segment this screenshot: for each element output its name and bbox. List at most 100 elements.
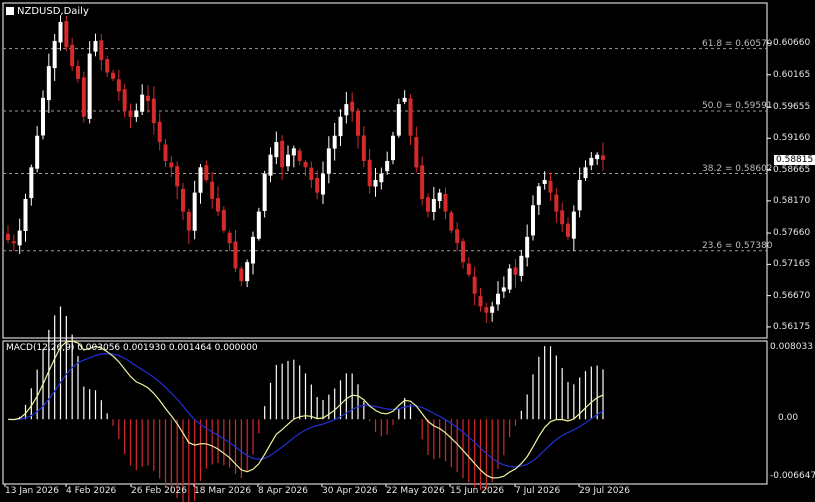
macd-zero-tick: 0.00 (778, 413, 799, 423)
candle-body (262, 173, 267, 211)
candle-body (466, 263, 471, 275)
candle-body (595, 154, 600, 160)
candle-body (338, 116, 343, 137)
candle-body (542, 179, 547, 184)
candle-body (52, 40, 57, 69)
macd-max-tick: 0.008033 (770, 342, 813, 352)
candle-body (577, 179, 582, 211)
candle-body (221, 209, 226, 231)
candle-body (548, 180, 553, 193)
candle-body (344, 104, 349, 116)
price-tick-label: 0.59160 (773, 133, 811, 144)
time-axis-label: 30 Apr 2026 (322, 486, 378, 496)
candle-body (326, 148, 331, 174)
candle-body (560, 210, 565, 225)
candle-body (111, 72, 115, 79)
candle-body (122, 89, 127, 111)
candle-body (513, 267, 518, 275)
candle-body (239, 268, 244, 282)
candle-body (385, 161, 390, 172)
candle-body (536, 186, 541, 205)
candle-body (589, 157, 594, 166)
candle-body (531, 205, 535, 236)
candle-body (571, 211, 576, 239)
candle-body (437, 192, 442, 202)
chart-window[interactable]: NZDUSD,Daily 0.60660 0.60165 0.59655 0.5916… (0, 0, 815, 502)
candle-body (251, 236, 255, 264)
candle-body (291, 148, 296, 156)
fib-level-label: 61.8 = 0.60579 (702, 38, 773, 49)
candle-body (181, 188, 185, 212)
candle-body (268, 154, 273, 176)
candle-body (46, 66, 51, 101)
candle-body (140, 94, 145, 112)
candle-body (519, 255, 524, 276)
candle-body (41, 97, 45, 136)
candle-body (105, 59, 110, 73)
fib-level-label: 23.6 = 0.57380 (702, 240, 773, 251)
candle-body (396, 104, 401, 136)
time-axis-label: 8 Apr 2026 (258, 486, 308, 496)
candle-body (163, 144, 168, 162)
time-axis-label: 18 Mar 2026 (194, 486, 252, 496)
price-tick-label: 0.56175 (773, 321, 811, 332)
price-tick-label: 0.60165 (773, 69, 811, 80)
candle-body (408, 98, 413, 136)
candle-body (35, 135, 40, 169)
current-price-tag: 0.58815 (774, 155, 815, 166)
fib-level-label: 50.0 = 0.59591 (702, 101, 773, 112)
candle-body (566, 223, 570, 237)
candle-body (478, 296, 483, 307)
macd-label: MACD(12,26,9) 0.003056 0.001930 0.001464… (6, 343, 258, 353)
candle-body (332, 135, 337, 149)
candle-body (116, 79, 121, 92)
time-axis-label: 15 Jun 2026 (450, 486, 505, 496)
price-tick-label: 0.59655 (773, 101, 811, 112)
candle-body (169, 162, 174, 168)
candle-body (274, 142, 279, 158)
candle-body (11, 241, 16, 244)
candle-body (309, 167, 314, 180)
price-tick-label: 0.58665 (773, 164, 811, 175)
candle-body (431, 198, 436, 213)
main-pane-border (2, 2, 768, 339)
time-axis-label: 13 Jan 2026 (5, 486, 59, 496)
price-tick-label: 0.60660 (773, 38, 811, 49)
candle-body (6, 233, 10, 241)
candle-body (583, 167, 588, 179)
candle-body (507, 268, 512, 290)
candle-body (175, 166, 180, 187)
candle-body (210, 181, 215, 199)
time-axis-label: 29 Jul 2026 (579, 486, 630, 496)
price-tick-label: 0.57165 (773, 259, 811, 270)
time-axis-label: 22 May 2026 (386, 486, 445, 496)
macd-pane-border (2, 340, 768, 485)
candle-body (297, 150, 302, 162)
candle-body (373, 179, 378, 187)
candle-body (192, 192, 197, 231)
candle-body (146, 95, 150, 101)
candle-body (367, 159, 372, 187)
candle-body (391, 135, 395, 161)
macd-min-tick: -0.006647 (770, 471, 815, 481)
candle-body (402, 97, 407, 102)
time-axis-label: 4 Feb 2026 (66, 486, 117, 496)
candle-body (256, 211, 261, 239)
candle-body (233, 241, 238, 269)
candle-body (76, 65, 80, 79)
candle-body (151, 98, 156, 124)
price-tick-label: 0.56670 (773, 290, 811, 301)
candle-body (484, 307, 489, 313)
candle-body (81, 77, 86, 117)
candle-body (134, 110, 139, 118)
chart-canvas[interactable] (0, 0, 815, 502)
candle-body (58, 21, 63, 43)
candle-body (227, 232, 232, 244)
price-tick-label: 0.58170 (773, 195, 811, 206)
candle-body (204, 165, 209, 180)
candle-body (361, 135, 366, 162)
candle-body (303, 162, 308, 168)
candle-body (461, 241, 465, 263)
fib-level-label: 38.2 = 0.58602 (702, 163, 773, 174)
candle-body (216, 198, 220, 212)
